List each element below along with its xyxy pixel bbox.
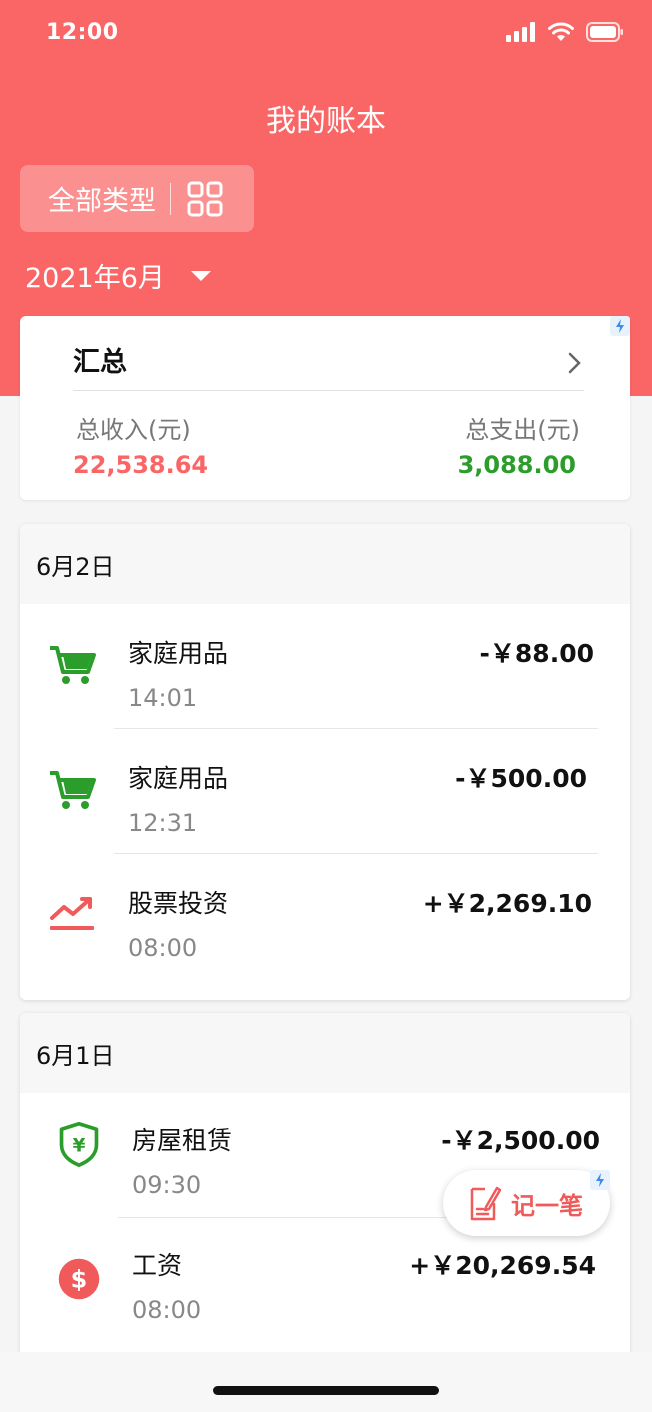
transaction-row[interactable]: 家庭用品 12:31 -￥500.00 xyxy=(20,729,630,854)
day-header: 6月1日 xyxy=(20,1013,630,1093)
cart-icon xyxy=(50,771,96,809)
yen-shield-icon: ¥ xyxy=(59,1121,99,1167)
svg-text:$: $ xyxy=(71,1265,88,1293)
cart-icon xyxy=(50,646,96,684)
transaction-row[interactable]: $ 工资 08:00 +￥20,269.54 xyxy=(20,1218,630,1343)
status-icons xyxy=(506,22,624,42)
transaction-row[interactable]: 家庭用品 14:01 -￥88.00 xyxy=(20,604,630,729)
stock-trend-icon xyxy=(50,897,94,930)
svg-text:¥: ¥ xyxy=(73,1135,86,1156)
ad-badge-icon xyxy=(590,1170,610,1190)
transaction-amount: -￥88.00 xyxy=(479,639,594,668)
transaction-time: 12:31 xyxy=(128,809,198,837)
transaction-amount: +￥2,269.10 xyxy=(422,889,592,918)
day-header: 6月2日 xyxy=(20,524,630,604)
summary-divider xyxy=(73,390,584,391)
home-indicator[interactable] xyxy=(213,1386,439,1395)
status-time: 12:00 xyxy=(46,20,119,45)
page-title: 我的账本 xyxy=(266,104,386,139)
caret-down-icon xyxy=(190,270,211,281)
add-record-button[interactable]: 记一笔 xyxy=(443,1170,610,1236)
expense-label: 总支出(元) xyxy=(465,416,580,444)
transaction-row[interactable]: 股票投资 08:00 +￥2,269.10 xyxy=(20,854,630,979)
summary-card[interactable]: 汇总 总收入(元) 总支出(元) 22,538.64 3,088.00 xyxy=(20,316,630,500)
battery-icon xyxy=(586,22,623,42)
transaction-amount: +￥20,269.54 xyxy=(409,1251,596,1280)
day-card: 6月2日 家庭用品 14:01 -￥88.00 家庭用品 12:31 -￥500… xyxy=(20,524,630,1000)
transaction-amount: -￥2,500.00 xyxy=(441,1126,600,1155)
transaction-time: 09:30 xyxy=(132,1171,202,1199)
summary-title: 汇总 xyxy=(73,347,127,378)
month-label: 2021年6月 xyxy=(25,263,165,294)
bottom-bar xyxy=(0,1352,652,1412)
signal-icon xyxy=(506,22,535,42)
income-label: 总收入(元) xyxy=(76,416,191,444)
transaction-name: 工资 xyxy=(132,1251,183,1280)
transaction-time: 08:00 xyxy=(128,934,198,962)
transaction-time: 08:00 xyxy=(132,1296,202,1324)
note-edit-icon xyxy=(470,1186,501,1221)
grid-icon xyxy=(187,181,223,216)
chevron-right-icon xyxy=(568,352,581,374)
month-selector[interactable]: 2021年6月 xyxy=(25,256,211,295)
type-filter-button[interactable]: 全部类型 xyxy=(20,165,254,232)
ad-badge-icon xyxy=(610,316,630,336)
type-filter-label: 全部类型 xyxy=(48,186,156,217)
type-filter-divider xyxy=(170,182,171,215)
transaction-amount: -￥500.00 xyxy=(455,764,587,793)
transaction-name: 房屋租赁 xyxy=(132,1126,233,1155)
transaction-name: 家庭用品 xyxy=(128,764,229,793)
add-record-label: 记一笔 xyxy=(511,1191,583,1220)
dollar-coin-icon: $ xyxy=(58,1258,100,1300)
transaction-name: 家庭用品 xyxy=(128,639,229,668)
transaction-name: 股票投资 xyxy=(128,889,229,918)
transaction-time: 14:01 xyxy=(128,684,198,712)
income-value: 22,538.64 xyxy=(73,451,209,479)
wifi-icon xyxy=(548,22,574,41)
status-bar: 12:00 xyxy=(0,0,652,66)
expense-value: 3,088.00 xyxy=(457,451,576,479)
